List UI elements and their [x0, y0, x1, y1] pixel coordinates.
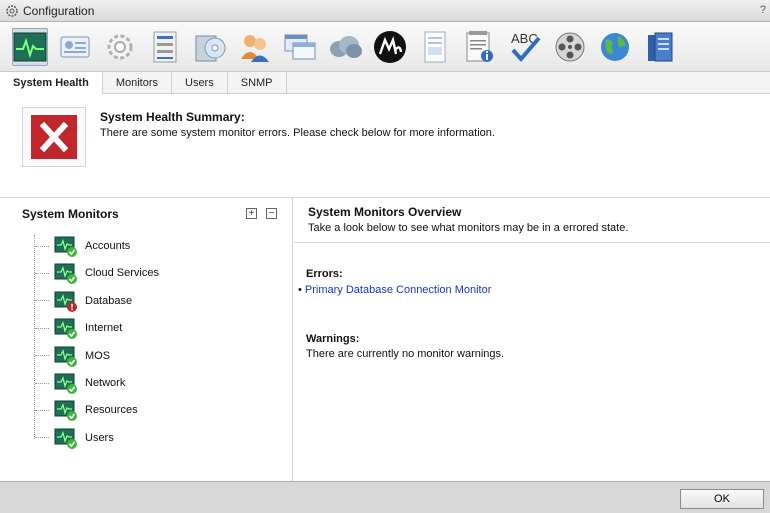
tree-connector [35, 272, 49, 274]
settings-gear-icon[interactable] [102, 28, 138, 66]
m-logo-icon[interactable] [372, 28, 408, 66]
monitor-tree-item[interactable]: Accounts [35, 235, 255, 257]
tab-snmp[interactable]: SNMP [228, 72, 287, 94]
tab-bar: System Health Monitors Users SNMP [0, 72, 770, 94]
divider [294, 242, 770, 243]
error-status-icon [22, 107, 86, 167]
monitor-ok-icon [54, 345, 78, 367]
monitor-label: Accounts [85, 240, 131, 252]
warnings-text: There are currently no monitor warnings. [306, 348, 505, 360]
error-monitor-link[interactable]: Primary Database Connection Monitor [305, 284, 491, 296]
window-title: Configuration [23, 3, 95, 18]
tree-connector [35, 245, 49, 247]
server-blocks-icon[interactable] [642, 28, 678, 66]
monitor-tree-item[interactable]: Cloud Services [35, 262, 255, 285]
health-summary: System Health Summary: There are some sy… [0, 94, 770, 198]
monitor-label: Users [85, 431, 114, 444]
error-list-item: • Primary Database Connection Monitor [298, 284, 491, 296]
user-card-icon[interactable] [57, 28, 93, 66]
monitor-label: Internet [85, 322, 123, 335]
tree-connector [35, 382, 49, 384]
title-bar: Configuration ? [0, 0, 770, 22]
overview-subtitle: Take a look below to see what monitors m… [308, 222, 629, 234]
spellcheck-icon[interactable]: ABC [507, 28, 543, 66]
monitor-label: MOS [85, 349, 111, 362]
disc-stack-icon[interactable] [192, 28, 228, 66]
system-monitors-title: System Monitors [22, 207, 119, 221]
system-monitors-panel: System Monitors + − Accounts Cloud Servic… [0, 198, 293, 481]
tree-connector [35, 327, 49, 329]
monitor-tree-item[interactable]: Resources [35, 399, 255, 422]
warnings-heading: Warnings: [306, 333, 360, 345]
gear-icon [5, 4, 19, 18]
monitor-label: Cloud Services [85, 267, 159, 280]
tree-connector [35, 409, 49, 411]
monitor-ok-icon [54, 262, 78, 285]
monitor-label: Resources [85, 404, 138, 417]
film-reel-icon[interactable] [552, 28, 588, 66]
monitor-tree-item[interactable]: MOS [35, 345, 255, 367]
monitor-ok-icon [54, 372, 78, 394]
globe-icon[interactable] [597, 28, 633, 66]
system-health-icon[interactable] [12, 27, 48, 66]
server-rack-icon[interactable] [147, 28, 183, 66]
monitor-label: Network [85, 377, 126, 389]
windows-icon[interactable] [282, 28, 318, 66]
document-icon[interactable] [417, 28, 453, 66]
toolbar: ABC [0, 22, 770, 72]
monitor-ok-icon [54, 235, 78, 257]
users-icon[interactable] [237, 28, 273, 66]
monitor-tree-item[interactable]: Network [35, 372, 255, 394]
help-button[interactable]: ? [760, 4, 766, 16]
collapse-all-button[interactable]: − [266, 208, 277, 219]
summary-title: System Health Summary: [100, 110, 245, 124]
tree-connector [35, 437, 49, 439]
errors-heading: Errors: [306, 268, 343, 280]
monitor-tree-item[interactable]: Database [35, 290, 255, 312]
bullet-icon: • [298, 284, 305, 296]
monitor-tree: Accounts Cloud Services Database Internet MO… [34, 235, 159, 449]
tab-monitors[interactable]: Monitors [103, 72, 172, 94]
monitor-ok-icon [54, 317, 78, 340]
cloud-icon[interactable] [327, 28, 363, 66]
overview-title: System Monitors Overview [308, 205, 462, 219]
expand-all-button[interactable]: + [246, 208, 257, 219]
monitor-error-icon [54, 290, 78, 312]
summary-message: There are some system monitor errors. Pl… [100, 127, 495, 139]
notepad-info-icon[interactable] [462, 28, 498, 66]
monitor-label: Database [85, 294, 133, 307]
tab-users[interactable]: Users [172, 72, 228, 94]
overview-panel: System Monitors Overview Take a look bel… [294, 198, 770, 481]
footer-bar: OK [0, 481, 770, 513]
monitor-ok-icon [54, 399, 78, 422]
tree-connector [35, 300, 49, 302]
monitor-tree-item[interactable]: Users [35, 427, 255, 449]
ok-button[interactable]: OK [680, 489, 764, 509]
monitor-tree-item[interactable]: Internet [35, 317, 255, 340]
tab-system-health[interactable]: System Health [0, 72, 103, 94]
monitor-ok-icon [54, 427, 78, 449]
tree-connector [35, 355, 49, 357]
